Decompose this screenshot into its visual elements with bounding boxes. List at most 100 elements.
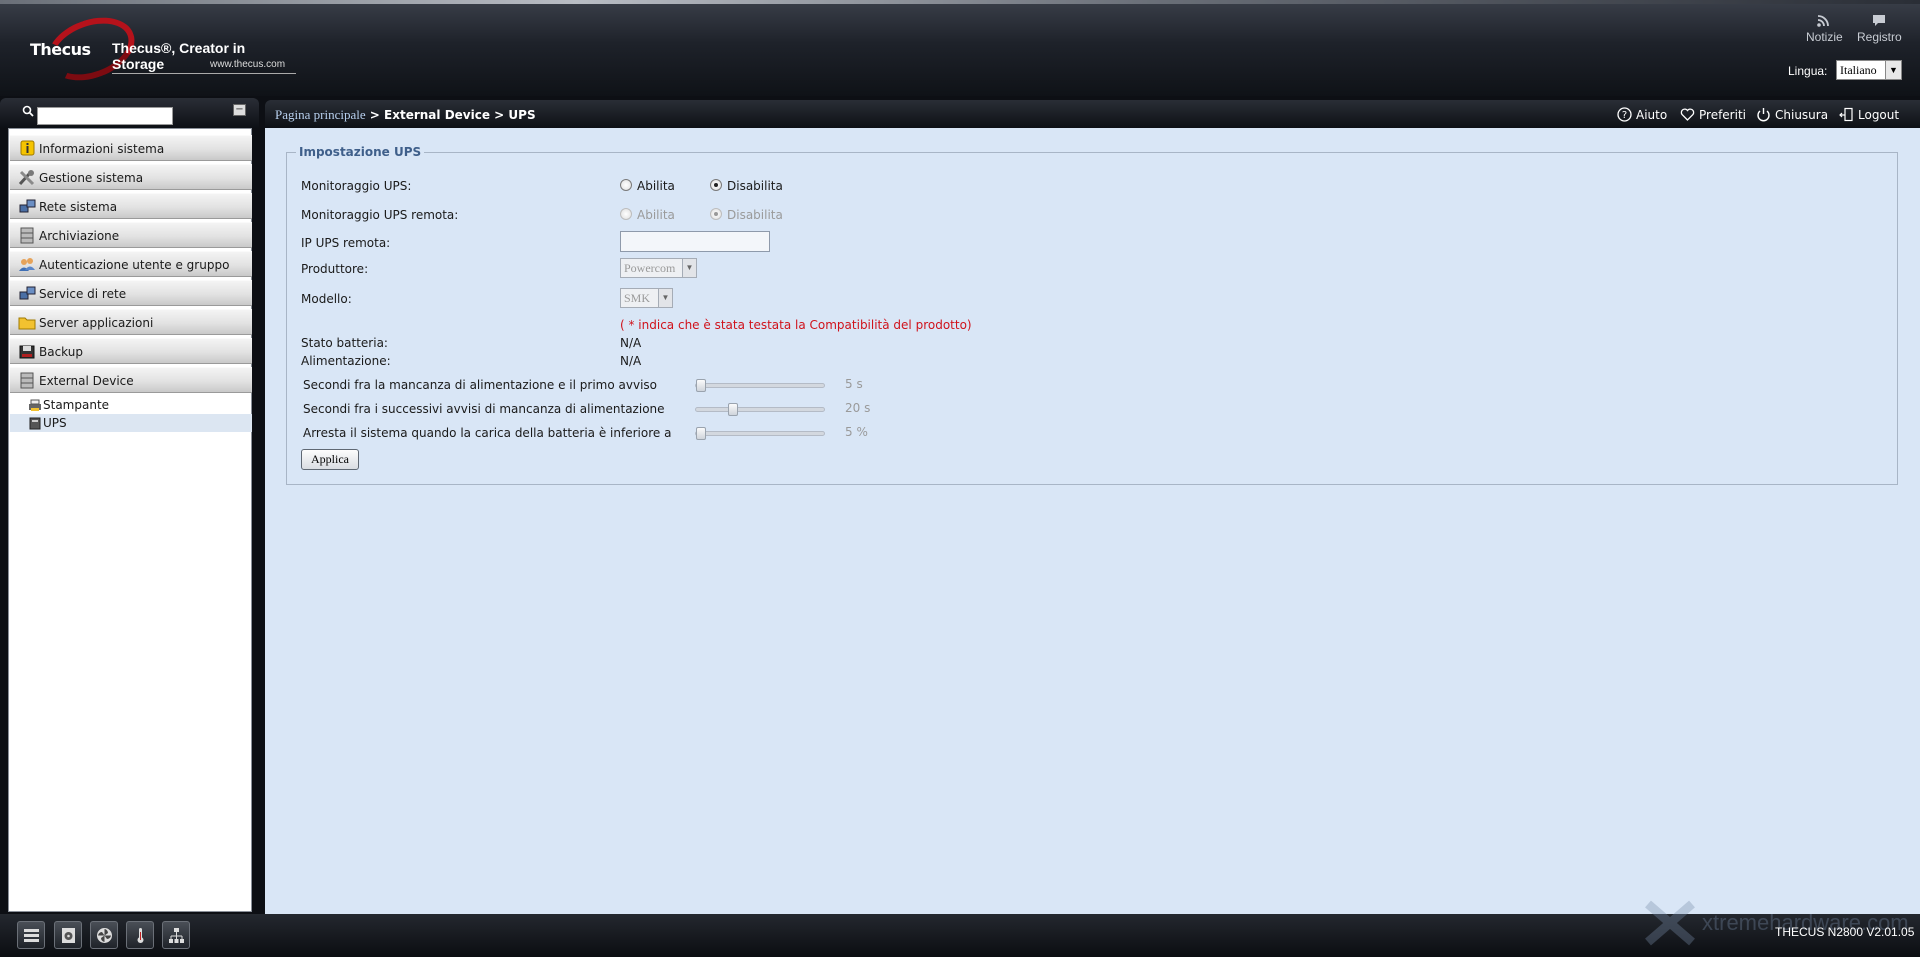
tools-icon <box>18 170 35 186</box>
help-label: Aiuto <box>1636 108 1668 122</box>
footer-disk-button[interactable] <box>17 921 45 949</box>
sidebar-item-network[interactable]: Rete sistema <box>10 193 252 219</box>
log-button[interactable]: Registro <box>1857 14 1902 44</box>
model-select[interactable]: SMK ▼ <box>620 288 673 308</box>
users-icon <box>19 258 35 271</box>
slider2-value: 20 s <box>845 401 871 415</box>
sidebar-item-label: Server applicazioni <box>39 316 154 330</box>
slider1-track[interactable] <box>695 379 825 392</box>
help-icon: ? <box>1617 107 1632 122</box>
ups-icon <box>29 417 41 430</box>
sidebar-item-label: Archiviazione <box>39 229 120 243</box>
slider1-label: Secondi fra la mancanza di alimentazione… <box>303 378 658 392</box>
sidebar-subitem-printer[interactable]: Stampante <box>10 396 252 414</box>
folder-icon <box>18 317 36 330</box>
footer-fan-button[interactable] <box>90 921 118 949</box>
ups-monitoring-disable-radio[interactable] <box>710 179 722 191</box>
sidebar-menu: Informazioni sistema Gestione sistema Re… <box>8 128 252 912</box>
footer-optical-button[interactable] <box>54 921 82 949</box>
watermark-x-icon <box>1645 900 1695 946</box>
sidebar-subitem-ups[interactable]: UPS <box>10 414 252 432</box>
thecus-logo: Thecus Thecus®, Creator in Storage www.t… <box>26 6 296 92</box>
favorites-link[interactable]: Preferiti <box>1680 107 1746 122</box>
language-value: Italiano <box>1840 63 1877 77</box>
sidebar-item-label: External Device <box>39 374 134 388</box>
chevron-down-icon: ▼ <box>682 259 696 277</box>
fan-icon <box>97 928 112 943</box>
sidebar-item-storage[interactable]: Archiviazione <box>10 222 252 248</box>
news-button[interactable]: Notizie <box>1806 14 1843 44</box>
slider1-thumb[interactable] <box>696 379 706 392</box>
thermometer-icon <box>137 928 144 943</box>
chevron-down-icon: ▼ <box>658 289 672 307</box>
sidebar-item-app-server[interactable]: Server applicazioni <box>10 309 252 335</box>
apply-button[interactable]: Applica <box>301 449 359 470</box>
rss-icon <box>1817 15 1830 27</box>
slider3-track[interactable] <box>695 427 825 440</box>
remote-monitoring-enable-radio[interactable] <box>620 208 632 220</box>
slider2-track[interactable] <box>695 403 825 416</box>
sidebar-subitem-label: UPS <box>43 416 67 430</box>
sidebar-search-input[interactable] <box>37 107 173 125</box>
manufacturer-value: Powercom <box>624 261 676 275</box>
manufacturer-select[interactable]: Powercom ▼ <box>620 258 697 278</box>
ups-monitoring-disable-label[interactable]: Disabilita <box>727 179 783 193</box>
ups-monitoring-enable-radio[interactable] <box>620 179 632 191</box>
external-device-icon <box>20 372 34 389</box>
sidebar-subitem-label: Stampante <box>43 398 110 412</box>
remote-ip-input[interactable] <box>620 231 770 252</box>
log-label: Registro <box>1857 30 1902 44</box>
ups-settings-legend: Impostazione UPS <box>296 145 425 159</box>
breadcrumb-home-link[interactable]: Pagina principale <box>275 107 366 122</box>
slider2-label: Secondi fra i successivi avvisi di manca… <box>303 402 665 416</box>
logout-link[interactable]: Logout <box>1839 107 1899 122</box>
language-select[interactable]: Italiano ▼ <box>1836 60 1902 80</box>
heart-icon <box>1680 108 1695 121</box>
news-label: Notizie <box>1806 30 1843 44</box>
breadcrumb-sep: > <box>489 108 509 122</box>
remote-ip-label: IP UPS remota: <box>301 236 391 250</box>
speech-bubble-icon <box>1873 15 1886 26</box>
logo-url: www.thecus.com <box>210 59 286 70</box>
slider1-value: 5 s <box>845 377 863 391</box>
slider2-thumb[interactable] <box>728 403 738 416</box>
sidebar-item-user-auth[interactable]: Autenticazione utente e gruppo <box>10 251 252 277</box>
logo-word: Thecus <box>30 40 91 59</box>
network-icon <box>19 199 36 213</box>
optical-drive-icon <box>62 928 75 943</box>
help-link[interactable]: ? Aiuto <box>1617 107 1667 122</box>
footer-network-button[interactable] <box>162 921 190 949</box>
footer-temperature-button[interactable] <box>126 921 154 949</box>
remote-monitoring-disable-label[interactable]: Disabilita <box>727 208 783 222</box>
sidebar-item-network-service[interactable]: Service di rete <box>10 280 252 306</box>
remote-monitoring-enable-label[interactable]: Abilita <box>637 208 675 222</box>
app-header: Thecus Thecus®, Creator in Storage www.t… <box>0 0 1920 96</box>
slider3-thumb[interactable] <box>696 427 706 440</box>
search-icon <box>22 105 34 117</box>
sidebar-item-system-management[interactable]: Gestione sistema <box>10 164 252 190</box>
printer-icon <box>29 399 41 411</box>
chevron-down-icon: ▼ <box>1885 61 1901 79</box>
breadcrumb: Pagina principale > External Device > UP… <box>275 107 536 123</box>
ups-monitoring-enable-label[interactable]: Abilita <box>637 179 675 193</box>
remote-monitoring-label: Monitoraggio UPS remota: <box>301 208 459 222</box>
power-value: N/A <box>620 354 642 368</box>
slider3-value: 5 % <box>845 425 868 439</box>
backup-icon <box>19 345 35 359</box>
language-label: Lingua: <box>1788 64 1828 78</box>
power-label: Alimentazione: <box>301 354 391 368</box>
model-value: SMK <box>624 291 651 305</box>
shutdown-label: Chiusura <box>1775 108 1829 122</box>
sidebar-item-external-device[interactable]: External Device <box>10 367 252 393</box>
breadcrumb-section[interactable]: External Device <box>384 108 490 122</box>
breadcrumb-sep: > <box>365 108 385 122</box>
shutdown-link[interactable]: Chiusura <box>1756 107 1828 122</box>
slider3-label: Arresta il sistema quando la carica dell… <box>303 426 672 440</box>
power-icon <box>1757 108 1770 122</box>
sidebar-item-label: Gestione sistema <box>39 171 144 185</box>
remote-monitoring-disable-radio[interactable] <box>710 208 722 220</box>
sidebar-item-system-info[interactable]: Informazioni sistema <box>10 135 252 161</box>
sidebar-item-backup[interactable]: Backup <box>10 338 252 364</box>
sidebar-collapse-button[interactable]: − <box>233 104 246 116</box>
battery-status-value: N/A <box>620 336 642 350</box>
